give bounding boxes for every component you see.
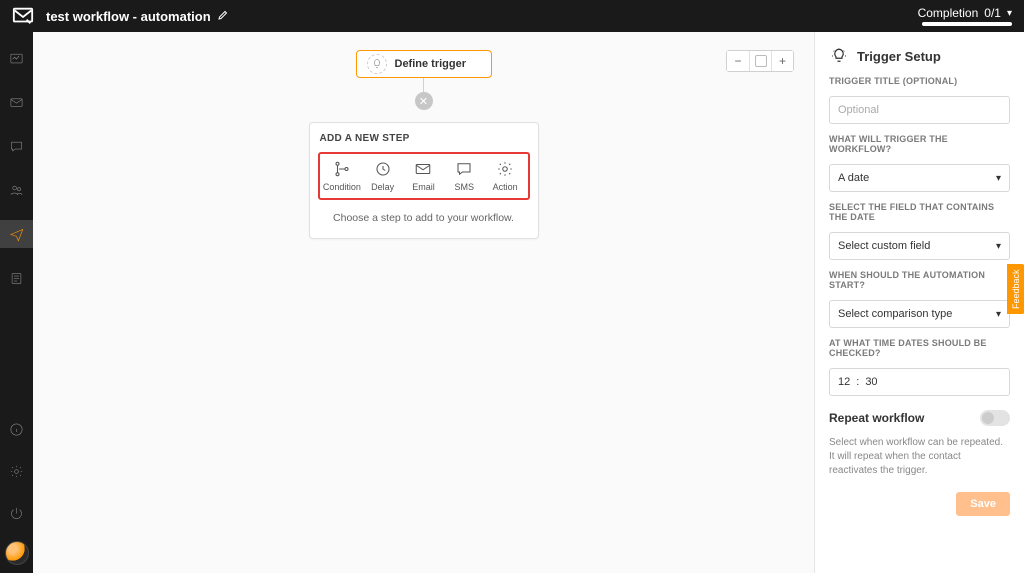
clock-icon [374,160,392,178]
step-option-condition[interactable]: Condition [322,160,362,192]
trigger-title-input[interactable] [829,96,1010,124]
zoom-fit-button[interactable] [749,51,771,71]
step-option-sms-label: SMS [455,182,475,192]
bulb-icon [367,54,387,74]
what-trigger-label: WHAT WILL TRIGGER THE WORKFLOW? [829,134,1010,154]
workflow-column: Define trigger ✕ ADD A NEW STEP Conditio… [33,32,814,239]
step-option-action-label: Action [493,182,518,192]
completion-indicator[interactable]: Completion 0/1 ▾ [918,6,1012,26]
repeat-label: Repeat workflow [829,411,924,425]
when-start-select[interactable]: Select comparison type ▾ [829,300,1010,328]
sidebar-item-info[interactable] [0,415,33,443]
left-sidebar [0,32,33,573]
time-input[interactable]: 12 : 30 [829,368,1010,396]
top-bar: test workflow - automation Completion 0/… [0,0,1024,32]
what-trigger-value: A date [838,172,869,184]
time-label: AT WHAT TIME DATES SHOULD BE CHECKED? [829,338,1010,358]
branch-icon [333,160,351,178]
gear-icon [496,160,514,178]
main-area: − + Define trigger ✕ ADD A NEW STEP Cond… [0,32,1024,573]
when-start-value: Select comparison type [838,308,952,320]
bulb-icon [829,46,849,66]
repeat-help-text: Select when workflow can be repeated. It… [829,436,1010,478]
add-step-card: ADD A NEW STEP Condition Delay Email [309,122,539,239]
time-hour: 12 [838,376,850,388]
add-step-caption: Choose a step to add to your workflow. [310,200,538,224]
chevron-down-icon: ▾ [996,241,1001,252]
select-field-label: SELECT THE FIELD THAT CONTAINS THE DATE [829,202,1010,222]
time-minute: 30 [865,376,877,388]
step-option-email-label: Email [412,182,435,192]
completion-progress-bar [922,22,1012,26]
remove-node-button[interactable]: ✕ [415,92,433,110]
completion-label: Completion [918,6,979,20]
sidebar-item-automation[interactable] [0,220,33,248]
step-option-email[interactable]: Email [403,160,443,192]
trigger-node[interactable]: Define trigger [356,50,492,78]
sidebar-item-settings[interactable] [0,457,33,485]
add-step-title: ADD A NEW STEP [310,133,538,152]
panel-title: Trigger Setup [857,49,941,64]
step-option-action[interactable]: Action [485,160,525,192]
save-row: Save [829,492,1010,516]
select-field-value: Select custom field [838,240,930,252]
select-field-select[interactable]: Select custom field ▾ [829,232,1010,260]
step-option-delay[interactable]: Delay [363,160,403,192]
trigger-node-label: Define trigger [395,58,467,70]
repeat-toggle[interactable] [980,410,1010,426]
workflow-title-text: test workflow - automation [46,9,211,24]
step-option-condition-label: Condition [323,182,361,192]
panel-header: Trigger Setup [829,46,1010,66]
completion-caret-icon: ▾ [1007,8,1012,19]
sidebar-item-dashboard[interactable] [0,44,33,72]
workflow-title: test workflow - automation [46,9,229,24]
sidebar-item-forms[interactable] [0,264,33,292]
when-start-label: WHEN SHOULD THE AUTOMATION START? [829,270,1010,290]
sidebar-item-chat[interactable] [0,132,33,160]
repeat-row: Repeat workflow [829,410,1010,426]
app-logo-icon[interactable] [12,5,34,27]
step-option-delay-label: Delay [371,182,394,192]
zoom-in-button[interactable]: + [771,51,793,71]
zoom-out-button[interactable]: − [727,51,749,71]
fit-icon [755,55,767,67]
sidebar-item-mail[interactable] [0,88,33,116]
sidebar-item-power[interactable] [0,499,33,527]
zoom-controls: − + [726,50,794,72]
topbar-right: Completion 0/1 ▾ [918,6,1012,26]
what-trigger-select[interactable]: A date ▾ [829,164,1010,192]
edit-title-icon[interactable] [217,9,229,24]
completion-value: 0/1 [984,6,1001,20]
save-button[interactable]: Save [956,492,1010,516]
time-separator: : [856,376,859,388]
feedback-tab[interactable]: Feedback [1007,264,1024,314]
chevron-down-icon: ▾ [996,173,1001,184]
step-options-row: Condition Delay Email SMS [318,152,530,200]
chevron-down-icon: ▾ [996,309,1001,320]
workflow-canvas[interactable]: − + Define trigger ✕ ADD A NEW STEP Cond… [33,32,814,573]
user-avatar[interactable] [5,541,29,565]
email-icon [414,160,432,178]
connector-line [423,78,424,92]
step-option-sms[interactable]: SMS [444,160,484,192]
sidebar-item-contacts[interactable] [0,176,33,204]
trigger-setup-panel: Trigger Setup TRIGGER TITLE (OPTIONAL) W… [814,32,1024,573]
topbar-left: test workflow - automation [12,5,229,27]
trigger-title-label: TRIGGER TITLE (OPTIONAL) [829,76,1010,86]
sms-icon [455,160,473,178]
